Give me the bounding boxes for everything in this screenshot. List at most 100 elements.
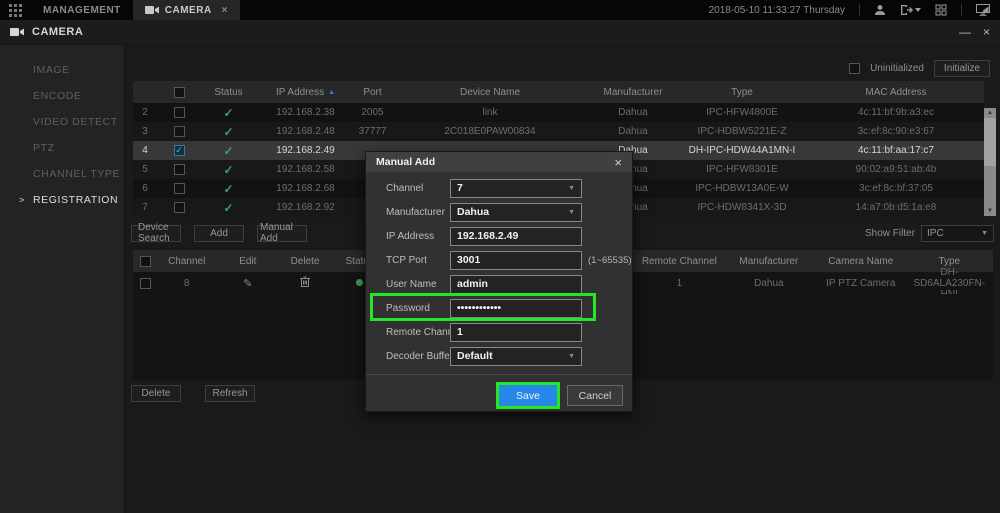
online-check-icon: ✓: [223, 125, 233, 139]
channel-dropdown[interactable]: 7 ▼: [450, 179, 582, 198]
delete-trash-icon[interactable]: [300, 276, 310, 287]
save-button[interactable]: Save: [499, 385, 557, 406]
table-row[interactable]: 3 ✓ 192.168.2.48 37777 2C018E0PAW00834 D…: [133, 122, 984, 141]
tab-management[interactable]: MANAGEMENT: [31, 0, 133, 20]
row-checkbox[interactable]: [174, 202, 185, 213]
row-checkbox[interactable]: [174, 107, 185, 118]
edit-pencil-icon[interactable]: ✎: [243, 278, 252, 290]
row-checkbox[interactable]: [174, 126, 185, 137]
device-search-button[interactable]: Device Search: [131, 225, 181, 242]
col-channel: Channel: [158, 256, 216, 267]
cell-device-name: 2C018E0PAW00834: [390, 126, 590, 137]
row-number: 6: [133, 183, 157, 194]
vertical-scrollbar[interactable]: ▲ ▼: [984, 108, 996, 216]
online-check-icon: ✓: [223, 201, 233, 215]
channel-value: 7: [457, 182, 463, 194]
sidebar-item-video-detect[interactable]: VIDEO DETECT: [0, 109, 124, 135]
cell-manufacturer: Dahua: [722, 278, 816, 289]
cell-mac: 4c:11:bf:aa:17:c7: [808, 145, 984, 156]
user-name-field[interactable]: [450, 275, 582, 294]
online-check-icon: ✓: [223, 163, 233, 177]
camera-icon: [145, 5, 159, 15]
online-check-icon: ✓: [223, 144, 233, 158]
cell-manufacturer: Dahua: [590, 126, 676, 137]
row-number: 3: [133, 126, 157, 137]
row-number: 4: [133, 145, 157, 156]
divider: [859, 4, 860, 16]
ip-address-field[interactable]: [450, 227, 582, 246]
cell-channel: 8: [158, 278, 216, 289]
cell-device-name: link: [390, 107, 590, 118]
user-icon[interactable]: [874, 4, 886, 16]
display-icon[interactable]: [976, 4, 990, 16]
select-all-checkbox[interactable]: [174, 87, 185, 98]
cell-ip: 192.168.2.38: [256, 107, 355, 118]
logout-button[interactable]: [900, 4, 921, 16]
manufacturer-value: Dahua: [457, 206, 489, 218]
sidebar-item-label: VIDEO DETECT: [33, 116, 118, 128]
scrollbar-up-icon[interactable]: ▲: [984, 108, 996, 118]
logout-icon: [900, 4, 913, 16]
row-checkbox[interactable]: [174, 164, 185, 175]
status-dot-icon: [356, 279, 363, 286]
row-number: 5: [133, 164, 157, 175]
row-checkbox[interactable]: [174, 183, 185, 194]
user-name-label: User Name: [386, 279, 437, 290]
col-manufacturer: Manufacturer: [722, 256, 816, 267]
tab-camera[interactable]: CAMERA ×: [133, 0, 240, 20]
top-taskbar: MANAGEMENT CAMERA × 2018-05-10 11:33:27 …: [0, 0, 1000, 20]
col-manufacturer: Manufacturer: [590, 87, 676, 98]
tab-close-icon[interactable]: ×: [222, 5, 228, 16]
cell-port: 37777: [355, 126, 390, 137]
table-row[interactable]: 2 ✓ 192.168.2.38 2005 link Dahua IPC-HFW…: [133, 103, 984, 122]
dialog-divider: [366, 374, 632, 375]
add-button[interactable]: Add: [194, 225, 244, 242]
cell-mac: 4c:11:bf:9b:a3:ec: [808, 107, 984, 118]
cell-mac: 90:02:a9:51:ab:4b: [808, 164, 984, 175]
tcp-port-field[interactable]: [450, 251, 582, 270]
col-type: Type: [906, 256, 993, 267]
col-edit: Edit: [216, 256, 281, 267]
divider: [961, 4, 962, 16]
decoder-buffer-dropdown[interactable]: Default ▼: [450, 347, 582, 366]
select-all-checkbox[interactable]: [140, 256, 151, 267]
col-ip-address[interactable]: IP Address▲: [256, 87, 355, 98]
minimize-icon[interactable]: —: [959, 25, 971, 39]
scrollbar-thumb[interactable]: [984, 118, 996, 166]
manufacturer-dropdown[interactable]: Dahua ▼: [450, 203, 582, 222]
row-checkbox-checked[interactable]: [174, 145, 185, 156]
sidebar-item-image[interactable]: IMAGE: [0, 57, 124, 83]
sidebar-item-label: ENCODE: [33, 90, 82, 102]
cell-port: 2005: [355, 107, 390, 118]
password-field[interactable]: [450, 299, 582, 318]
clock-datetime: 2018-05-10 11:33:27 Thursday: [709, 5, 845, 16]
cell-mac: 14:a7:0b:d5:1a:e8: [808, 202, 984, 213]
cell-camera-name: IP PTZ Camera: [816, 278, 905, 289]
tcp-port-range-hint: (1~65535): [588, 255, 632, 266]
manual-add-button[interactable]: Manual Add: [257, 225, 307, 242]
dialog-title: Manual Add: [376, 156, 435, 168]
scrollbar-track: [984, 166, 996, 206]
show-filter-dropdown[interactable]: IPC ▼: [921, 225, 994, 242]
scrollbar-down-icon[interactable]: ▼: [984, 206, 996, 216]
sidebar-item-registration[interactable]: >REGISTRATION: [0, 187, 124, 213]
remote-channel-field[interactable]: [450, 323, 582, 342]
show-filter-label: Show Filter: [865, 228, 915, 239]
sidebar-item-encode[interactable]: ENCODE: [0, 83, 124, 109]
app-launcher-button[interactable]: [0, 0, 31, 20]
close-icon[interactable]: ×: [983, 25, 990, 39]
uninitialized-checkbox[interactable]: [849, 63, 860, 74]
sidebar-item-ptz[interactable]: PTZ: [0, 135, 124, 161]
dialog-close-icon[interactable]: ×: [614, 155, 622, 170]
cancel-button[interactable]: Cancel: [567, 385, 623, 406]
save-highlight-annotation: Save: [496, 382, 560, 409]
sidebar-item-label: PTZ: [33, 142, 55, 154]
chevron-down-icon: ▼: [568, 353, 575, 360]
row-checkbox[interactable]: [140, 278, 151, 289]
keypad-icon[interactable]: [935, 4, 947, 16]
refresh-button[interactable]: Refresh: [205, 385, 255, 402]
delete-button[interactable]: Delete: [131, 385, 181, 402]
sidebar-item-channel-type[interactable]: CHANNEL TYPE: [0, 161, 124, 187]
initialize-button[interactable]: Initialize: [934, 60, 990, 77]
row-number: 2: [133, 107, 157, 118]
